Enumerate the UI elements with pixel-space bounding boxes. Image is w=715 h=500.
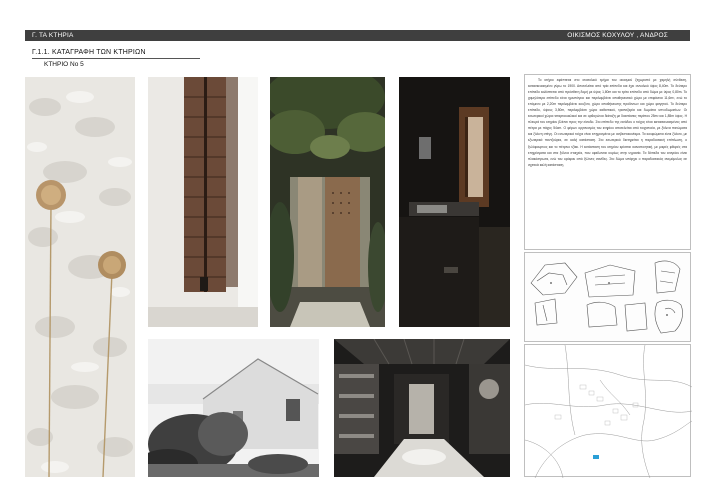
house-exterior-photo (148, 339, 319, 477)
building-marker (593, 455, 599, 459)
building-label: ΚΤΗΡΙΟ Νο 5 (44, 61, 84, 68)
courtyard-door-photo (270, 77, 385, 327)
title-divider (32, 58, 200, 59)
description-text: Το κτήριο εφάπτεται στο ανατολικό τμήμα … (528, 78, 687, 167)
header-bar: Γ. ΤΑ ΚΤΗΡΙΑ ΟΙΚΙΣΜΟΣ ΚΟΧΥΛΟΥ , ΑΝΔΡΟΣ (25, 30, 690, 41)
settlement-label: ΟΙΚΙΣΜΟΣ ΚΟΧΥΛΟΥ , ΑΝΔΡΟΣ (567, 32, 668, 39)
sketches-panel (524, 252, 691, 342)
interior-window-photo (399, 77, 510, 327)
chapter-label: Γ. ΤΑ ΚΤΗΡΙΑ (32, 32, 74, 39)
wall-flowers-photo (25, 77, 135, 477)
site-map-panel (524, 344, 693, 479)
description-panel: Το κτήριο εφάπτεται στο ανατολικό τμήμα … (524, 74, 691, 250)
interior-storage-photo (334, 339, 510, 477)
shutters-photo (148, 77, 258, 327)
section-title: Γ.1.1. ΚΑΤΑΓΡΑΦΗ ΤΩΝ ΚΤΗΡΙΩΝ (32, 49, 146, 56)
